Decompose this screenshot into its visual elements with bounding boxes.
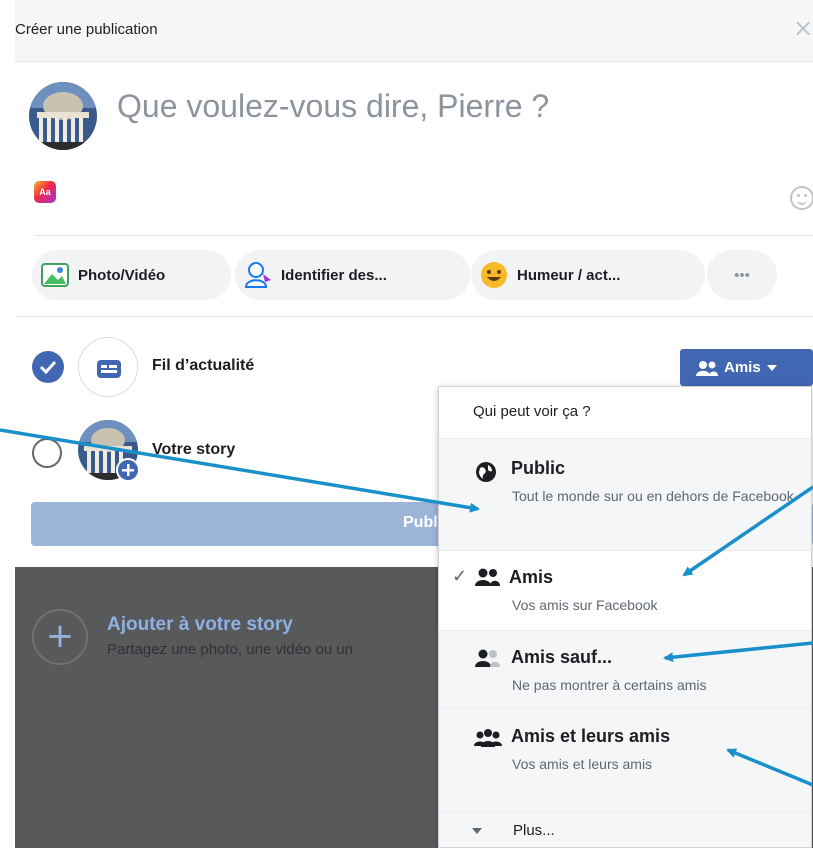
audience-more-label: Plus... <box>513 822 555 839</box>
audience-menu-title: Qui peut voir ça ? <box>473 403 591 420</box>
feed-checkbox-icon[interactable] <box>32 351 64 383</box>
audience-selector-button[interactable]: Amis <box>680 349 813 386</box>
audience-menu-header: Qui peut voir ça ? <box>439 387 811 438</box>
audience-option-description: Ne pas montrer à certains amis <box>512 677 707 693</box>
divider <box>15 316 813 317</box>
more-actions-button[interactable]: ••• <box>707 250 777 300</box>
text-format-icon[interactable]: Aa <box>34 181 56 203</box>
audience-menu: Qui peut voir ça ? Public Tout le monde … <box>438 386 812 848</box>
add-story-icon[interactable]: + <box>32 609 88 665</box>
audience-option-title: Amis sauf... <box>511 647 613 667</box>
avatar <box>29 82 97 150</box>
add-story-title: Ajouter à votre story <box>107 614 293 635</box>
divider <box>34 235 813 236</box>
friends-except-icon <box>474 648 500 673</box>
news-feed-icon <box>78 337 138 397</box>
create-post-dialog: Créer une publication × Que voulez-vous … <box>15 0 813 848</box>
feeling-label: Humeur / act... <box>517 266 621 284</box>
story-radio-icon[interactable] <box>32 438 62 468</box>
emoji-icon[interactable] <box>790 186 813 210</box>
close-icon[interactable]: × <box>793 14 813 42</box>
audience-option-description: Tout le monde sur ou en dehors de Facebo… <box>512 488 794 504</box>
audience-option-public[interactable]: Public Tout le monde sur ou en dehors de… <box>439 438 811 550</box>
friends-of-friends-icon <box>474 728 502 753</box>
feeling-icon <box>479 260 509 290</box>
feed-label: Fil d’actualité <box>152 357 255 374</box>
audience-option-title: Public <box>511 458 566 478</box>
audience-more-button[interactable]: Plus... <box>439 811 811 847</box>
add-story-badge-icon <box>116 458 140 482</box>
dialog-title: Créer une publication <box>15 21 158 38</box>
tag-people-icon <box>243 260 273 290</box>
feeling-activity-button[interactable]: Humeur / act... <box>471 250 705 300</box>
chevron-down-icon <box>766 364 777 371</box>
audience-option-description: Vos amis et leurs amis <box>512 756 653 772</box>
audience-option-friends-of-friends[interactable]: Amis et leurs amis Vos amis et leurs ami… <box>439 708 811 811</box>
composer-input[interactable]: Que voulez-vous dire, Pierre ? <box>117 88 549 125</box>
photo-video-label: Photo/Vidéo <box>78 266 166 284</box>
friends-icon <box>696 360 718 376</box>
audience-label: Amis <box>724 359 761 376</box>
audience-option-friends[interactable]: ✓ Amis Vos amis sur Facebook <box>439 550 811 630</box>
more-icon: ••• <box>734 266 750 284</box>
audience-option-title: Amis et leurs amis <box>511 726 671 746</box>
audience-option-friends-except[interactable]: Amis sauf... Ne pas montrer à certains a… <box>439 630 811 708</box>
friends-icon <box>474 567 500 592</box>
caret-down-icon <box>472 828 482 834</box>
tag-people-label: Identifier des... <box>281 266 387 284</box>
check-icon: ✓ <box>452 566 468 586</box>
audience-option-title: Amis <box>509 567 554 587</box>
tag-people-button[interactable]: Identifier des... <box>235 250 470 300</box>
audience-option-description: Vos amis sur Facebook <box>512 597 658 613</box>
photo-icon <box>40 260 70 290</box>
story-label: Votre story <box>152 441 236 458</box>
add-story-subtitle: Partagez une photo, une vidéo ou un <box>107 641 354 658</box>
dialog-header: Créer une publication × <box>15 0 813 62</box>
photo-video-button[interactable]: Photo/Vidéo <box>32 250 231 300</box>
globe-icon <box>474 460 498 489</box>
